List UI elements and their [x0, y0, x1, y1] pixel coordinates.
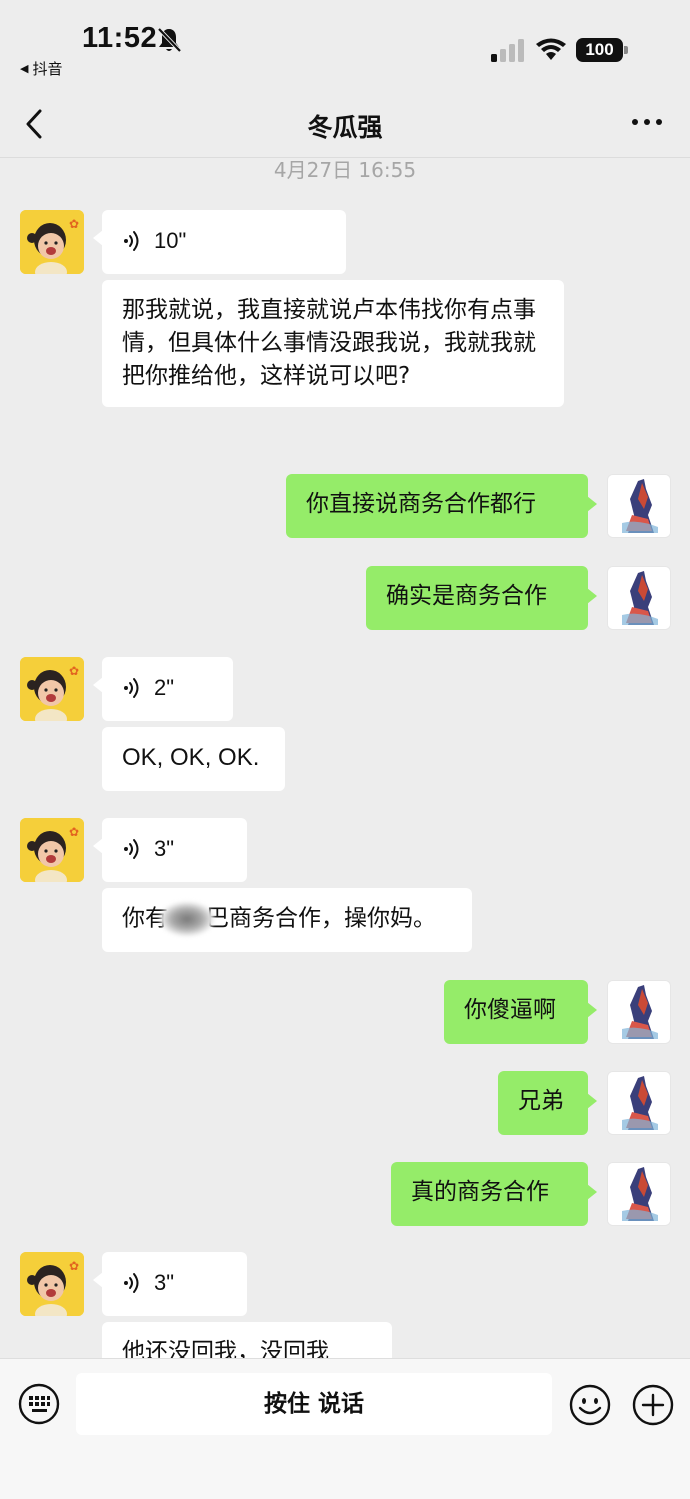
- status-time: 11:52: [82, 22, 158, 54]
- chat-header: 冬瓜强: [0, 88, 690, 158]
- voice-message[interactable]: 3": [93, 1252, 247, 1316]
- wifi-icon: [536, 38, 566, 60]
- child-avatar-icon: ✿: [20, 657, 84, 721]
- voice-duration: 10": [154, 228, 187, 253]
- art-avatar-icon: [608, 567, 670, 629]
- message-text: 兄弟: [518, 1088, 564, 1114]
- message-timestamp: 4月27日 16:55: [273, 158, 417, 182]
- message-text: 确实是商务合作: [386, 583, 547, 609]
- status-bar: 11:52 ◀ 抖音 100: [0, 0, 690, 88]
- chat-title: 冬瓜强: [307, 113, 383, 142]
- voice-duration: 2": [154, 675, 175, 700]
- child-avatar-icon: ✿: [20, 1252, 84, 1316]
- cellular-signal-icon: [491, 39, 524, 62]
- voice-wave-icon: [124, 230, 139, 251]
- sent-message[interactable]: 你直接说商务合作都行: [286, 474, 597, 538]
- svg-text:✿: ✿: [69, 664, 79, 678]
- sent-message[interactable]: 你傻逼啊: [444, 980, 597, 1044]
- text-message[interactable]: 那我就说，我直接就说卢本伟找你有点事情，但具体什么事情没跟我说，我就我就把你推给…: [102, 280, 564, 407]
- sent-message[interactable]: 真的商务合作: [391, 1162, 597, 1226]
- contact-avatar[interactable]: ✿: [20, 1252, 84, 1316]
- battery-indicator: 100: [576, 38, 628, 62]
- contact-avatar[interactable]: ✿: [20, 657, 84, 721]
- my-avatar[interactable]: [607, 1071, 671, 1135]
- input-bar: 按住 说话: [0, 1358, 690, 1499]
- voice-wave-icon: [124, 1272, 139, 1293]
- voice-wave-icon: [124, 677, 139, 698]
- sent-message[interactable]: 确实是商务合作: [366, 566, 597, 630]
- back-triangle-icon: ◀: [20, 62, 29, 75]
- message-text: OK, OK, OK.: [122, 744, 260, 771]
- message-text: 你直接说商务合作都行: [306, 491, 536, 517]
- child-avatar-icon: ✿: [20, 818, 84, 882]
- battery-level: 100: [576, 38, 623, 62]
- svg-text:✿: ✿: [69, 1259, 79, 1273]
- my-avatar[interactable]: [607, 566, 671, 630]
- hold-to-talk-button[interactable]: 按住 说话: [76, 1373, 552, 1435]
- message-text-part-b: 巴商务合作，操你妈。: [206, 905, 436, 932]
- text-message[interactable]: OK, OK, OK.: [102, 727, 285, 791]
- my-avatar[interactable]: [607, 1162, 671, 1226]
- back-app-label: 抖音: [32, 60, 63, 78]
- voice-duration: 3": [154, 1270, 175, 1295]
- voice-message[interactable]: 3": [93, 818, 247, 882]
- message-text: 那我就说，我直接就说卢本伟找你有点事情，但具体什么事情没跟我说，我就我就把你推给…: [122, 297, 536, 389]
- bell-muted-icon: [157, 27, 182, 53]
- art-avatar-icon: [608, 1163, 670, 1225]
- voice-duration: 3": [154, 836, 175, 861]
- message-text: 真的商务合作: [411, 1179, 549, 1205]
- message-text: 你傻逼啊: [464, 997, 556, 1023]
- more-options-icon[interactable]: [630, 110, 664, 134]
- art-avatar-icon: [608, 475, 670, 537]
- art-avatar-icon: [608, 1072, 670, 1134]
- svg-text:✿: ✿: [69, 825, 79, 839]
- child-avatar-icon: ✿: [20, 210, 84, 274]
- keyboard-icon[interactable]: [18, 1383, 60, 1425]
- voice-message[interactable]: 10": [93, 210, 346, 274]
- contact-avatar[interactable]: ✿: [20, 210, 84, 274]
- emoji-icon[interactable]: [568, 1383, 612, 1427]
- plus-icon[interactable]: [631, 1383, 675, 1427]
- art-avatar-icon: [608, 981, 670, 1043]
- redaction-smudge: [160, 902, 214, 936]
- my-avatar[interactable]: [607, 980, 671, 1044]
- sent-message[interactable]: 兄弟: [498, 1071, 597, 1135]
- voice-wave-icon: [124, 838, 139, 859]
- back-to-app[interactable]: ◀ 抖音: [20, 58, 62, 79]
- voice-message[interactable]: 2": [93, 657, 233, 721]
- my-avatar[interactable]: [607, 474, 671, 538]
- contact-avatar[interactable]: ✿: [20, 818, 84, 882]
- svg-text:✿: ✿: [69, 217, 79, 231]
- text-message[interactable]: 你有 巴商务合作，操你妈。: [102, 888, 472, 952]
- battery-cap: [624, 46, 628, 54]
